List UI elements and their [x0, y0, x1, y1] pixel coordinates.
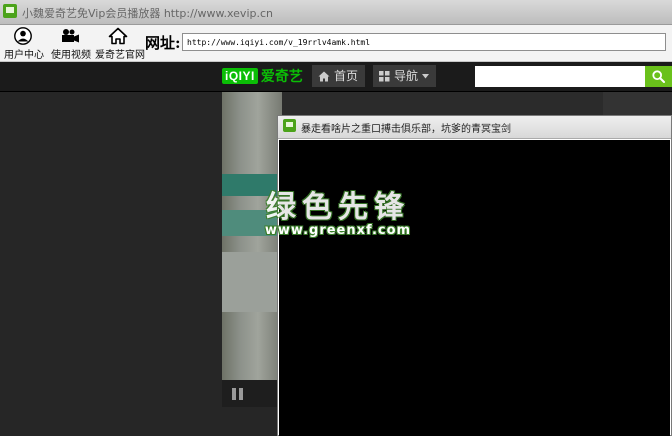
window-title: 小魏爱奇艺免Vip会员播放器 http://www.xevip.cn — [22, 7, 273, 20]
iqiyi-logo-name: 爱奇艺 — [260, 69, 303, 85]
caret-down-icon — [422, 73, 430, 78]
user-center-button[interactable]: 用户中心 — [4, 27, 44, 61]
video-control-bar — [222, 380, 282, 407]
popup-title: 暴走看啥片之重口搏击俱乐部，坑爹的青冥宝剑 — [301, 124, 511, 135]
guide-nav-label: 导航 — [394, 69, 419, 83]
search-icon — [652, 70, 665, 83]
below-video-area — [222, 407, 282, 436]
grid-icon — [379, 70, 390, 81]
use-video-label: 使用视频 — [51, 50, 91, 61]
iqiyi-site-label: 爱奇艺官网 — [95, 50, 145, 61]
user-icon — [14, 27, 32, 45]
address-label: 网址: — [145, 34, 181, 52]
app-icon — [3, 4, 17, 18]
player-popup-window: 暴走看啥片之重口搏击俱乐部，坑爹的青冥宝剑 — [277, 115, 672, 436]
title-bar: 小魏爱奇艺免Vip会员播放器 http://www.xevip.cn — [0, 0, 672, 25]
pause-icon[interactable] — [232, 388, 243, 400]
address-input[interactable]: http://www.iqiyi.com/v_19rrlv4amk.html — [182, 33, 666, 51]
search-button[interactable] — [645, 66, 672, 87]
iqiyi-logo[interactable]: iQIYI 爱奇艺 — [222, 65, 303, 87]
popup-title-bar[interactable]: 暴走看啥片之重口搏击俱乐部，坑爹的青冥宝剑 — [278, 116, 671, 139]
iqiyi-nav-bar: iQIYI 爱奇艺 首页 导航 — [0, 62, 672, 92]
guide-nav-button[interactable]: 导航 — [373, 65, 436, 87]
video-frame-band — [222, 174, 282, 196]
use-video-button[interactable]: 使用视频 — [51, 27, 91, 61]
left-dark-panel — [0, 92, 222, 436]
home-nav-label: 首页 — [334, 69, 359, 83]
iqiyi-site-button[interactable]: 爱奇艺官网 — [95, 27, 145, 61]
background-video[interactable] — [222, 92, 282, 380]
popup-video-area[interactable] — [279, 140, 670, 436]
right-dark-strip — [603, 92, 672, 116]
search-input[interactable] — [475, 66, 645, 87]
home-icon — [318, 71, 330, 81]
video-frame-band — [222, 210, 282, 236]
video-frame-band — [222, 252, 282, 312]
user-center-label: 用户中心 — [4, 50, 44, 61]
popup-app-icon — [283, 119, 296, 132]
iqiyi-logo-mark: iQIYI — [222, 68, 258, 84]
home-nav-button[interactable]: 首页 — [312, 65, 365, 87]
toolbar: 用户中心 使用视频 爱奇艺官网 网址: http://www.iqiyi.com… — [0, 25, 672, 62]
home-icon — [108, 27, 128, 45]
video-camera-icon — [62, 29, 79, 43]
